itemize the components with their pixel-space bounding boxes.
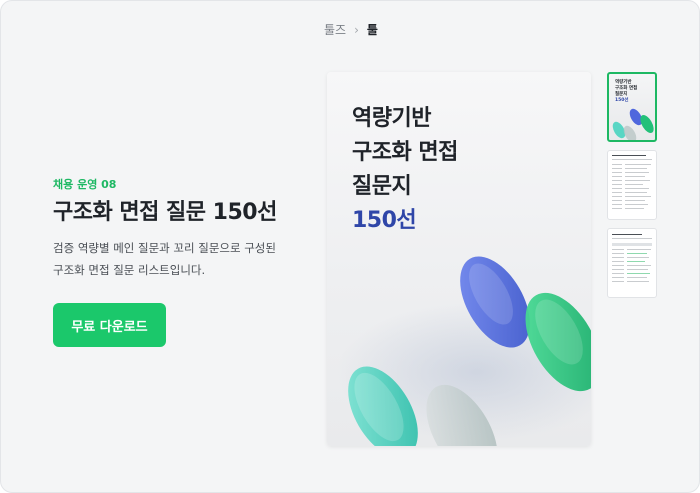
cover-title: 역량기반 구조화 면접 질문지 150선	[352, 102, 458, 238]
free-download-button[interactable]: 무료 다운로드	[53, 303, 166, 347]
thumbnail-title-accent: 150선	[615, 98, 629, 103]
thumbnail-cover-title: 역량기반 구조화 면접 질문지 150선	[615, 80, 637, 104]
breadcrumb: 툴즈 › 툴	[1, 21, 699, 38]
page-frame: 툴즈 › 툴 채용 운영 08 구조화 면접 질문 150선 검증 역량별 메인…	[0, 0, 700, 493]
document-cover-preview: 역량기반 구조화 면접 질문지 150선	[327, 72, 591, 446]
thumbnail-page-2[interactable]	[607, 150, 657, 220]
glass-discs-illustration	[337, 256, 591, 446]
breadcrumb-parent-link[interactable]: 툴즈	[324, 21, 346, 38]
description-line: 구조화 면접 질문 리스트입니다.	[53, 263, 206, 277]
thumbnail-discs-illustration	[612, 108, 654, 140]
breadcrumb-current: 툴	[366, 23, 378, 37]
page-description: 검증 역량별 메인 질문과 꼬리 질문으로 구성된 구조화 면접 질문 리스트입…	[53, 237, 313, 281]
description-line: 검증 역량별 메인 질문과 꼬리 질문으로 구성된	[53, 241, 276, 255]
thumbnail-cover[interactable]: 역량기반 구조화 면접 질문지 150선	[607, 72, 657, 142]
cover-title-line: 질문지	[352, 174, 412, 199]
chevron-right-icon: ›	[354, 22, 359, 37]
page-title: 구조화 면접 질문 150선	[53, 200, 277, 225]
category-label: 채용 운영 08	[53, 178, 117, 191]
cover-title-line: 구조화 면접	[352, 140, 458, 165]
cover-title-line: 역량기반	[352, 106, 431, 131]
thumbnail-page-3[interactable]	[607, 228, 657, 298]
